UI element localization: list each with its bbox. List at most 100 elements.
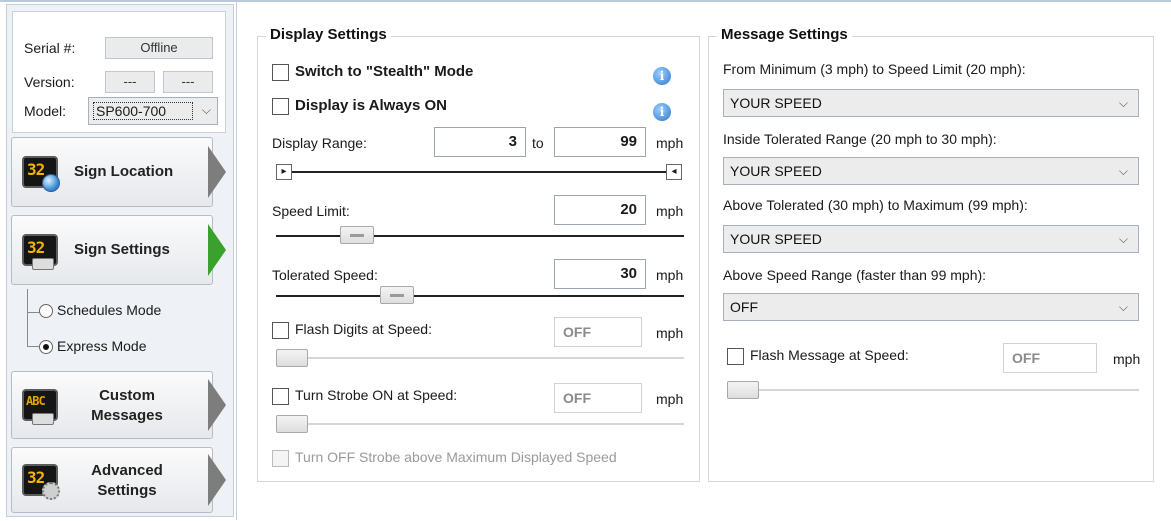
flash-message-unit: mph [1113,351,1141,367]
range-unit: mph [656,135,684,151]
sliders-icon [32,258,54,270]
speed-limit-input[interactable]: 20 [554,195,646,225]
model-label: Model: [24,103,67,119]
sidebar: Serial #: Offline Version: --- --- Model… [6,4,234,517]
inside-tolerated-label: Inside Tolerated Range (20 mph to 30 mph… [723,131,997,147]
min-to-limit-label: From Minimum (3 mph) to Speed Limit (20 … [723,61,1026,77]
display-settings-group: Display Settings Switch to "Stealth" Mod… [257,26,700,482]
range-slider-track[interactable] [276,171,682,173]
flash-digits-unit: mph [656,325,684,341]
advanced-settings-label: Advanced Settings [82,461,172,501]
sign-location-label: Sign Location [74,163,174,180]
strobe-on-input[interactable]: OFF [554,383,642,413]
checkbox-box [272,321,289,339]
sign-settings-icon: 32 [22,234,58,270]
strobe-off-label: Turn OFF Strobe above Maximum Displayed … [295,449,617,465]
info-icon[interactable]: i [653,67,671,85]
speed-limit-thumb[interactable] [340,226,374,244]
flash-message-track[interactable] [727,389,1139,391]
chevron-down-icon: ⌵ [201,103,211,117]
radio-indicator [39,340,53,355]
display-range-label: Display Range: [272,135,367,151]
custom-messages-line1: Custom [99,387,155,404]
checkbox-box [272,63,289,81]
advanced-settings-icon: 32 [22,464,60,500]
tolerated-speed-track[interactable] [276,295,684,297]
always-on-checkbox[interactable]: Display is Always ON [272,97,447,115]
sign-digits: 32 [27,468,45,487]
globe-icon [42,174,60,192]
tree-connector [27,311,39,347]
strobe-on-unit: mph [656,391,684,407]
above-tolerated-label: Above Tolerated (30 mph) to Maximum (99 … [723,197,1028,213]
schedules-mode-label: Schedules Mode [57,302,162,318]
radio-indicator [39,304,53,319]
message-settings-group: Message Settings From Minimum (3 mph) to… [708,26,1154,482]
chevron-down-icon: ⌵ [1118,164,1128,178]
custom-messages-line2: Messages [91,407,163,424]
sign-location-icon: 32 [22,156,60,192]
tolerated-speed-input[interactable]: 30 [554,259,646,289]
sign-digits: 32 [27,238,45,257]
checkbox-box [727,347,744,365]
custom-messages-button[interactable]: ABC Custom Messages [11,371,226,439]
stealth-mode-checkbox[interactable]: Switch to "Stealth" Mode [272,63,473,81]
serial-value: Offline [105,37,213,59]
range-min-input[interactable]: 3 [434,127,526,157]
min-to-limit-select[interactable]: YOUR SPEED ⌵ [723,89,1139,117]
express-mode-radio[interactable]: Express Mode [39,338,147,355]
chevron-right-icon [208,379,226,431]
strobe-on-checkbox[interactable]: Turn Strobe ON at Speed: [272,387,457,405]
above-tolerated-value: YOUR SPEED [730,231,822,247]
checkbox-box [272,97,289,115]
above-range-label: Above Speed Range (faster than 99 mph): [723,267,987,283]
advanced-settings-line2: Settings [97,482,157,499]
above-tolerated-select[interactable]: YOUR SPEED ⌵ [723,225,1139,253]
version-label: Version: [24,74,75,90]
model-select[interactable]: SP600-700 ⌵ [88,97,218,125]
flash-message-thumb[interactable] [727,381,759,399]
flash-message-input[interactable]: OFF [1003,343,1097,373]
flash-digits-track[interactable] [276,357,684,359]
chevron-down-icon: ⌵ [1118,232,1128,246]
flash-digits-checkbox[interactable]: Flash Digits at Speed: [272,321,432,339]
sign-settings-button[interactable]: 32 Sign Settings [11,215,226,285]
version-major: --- [105,71,155,93]
gears-icon [42,482,60,500]
message-settings-title: Message Settings [717,26,852,43]
checkbox-box [272,449,289,467]
flash-digits-label: Flash Digits at Speed: [295,321,432,337]
speed-limit-unit: mph [656,203,684,219]
schedules-mode-radio[interactable]: Schedules Mode [39,302,162,319]
sign-location-button[interactable]: 32 Sign Location [11,137,226,207]
range-min-handle[interactable]: ▸ [276,164,292,180]
flash-digits-input[interactable]: OFF [554,317,642,347]
express-mode-label: Express Mode [57,338,147,354]
device-info-panel: Serial #: Offline Version: --- --- Model… [12,11,226,133]
strobe-on-track[interactable] [276,423,684,425]
above-range-value: OFF [730,299,758,315]
chevron-right-icon [208,454,226,506]
speed-limit-track[interactable] [276,235,684,237]
strobe-on-thumb[interactable] [276,415,308,433]
info-icon[interactable]: i [653,103,671,121]
range-max-handle[interactable]: ◂ [666,164,682,180]
strobe-off-checkbox[interactable]: Turn OFF Strobe above Maximum Displayed … [272,449,617,467]
min-to-limit-value: YOUR SPEED [730,95,822,111]
flash-digits-thumb[interactable] [276,349,308,367]
advanced-settings-button[interactable]: 32 Advanced Settings [11,447,226,513]
flash-message-checkbox[interactable]: Flash Message at Speed: [727,347,909,365]
flash-message-label: Flash Message at Speed: [750,347,909,363]
tolerated-speed-unit: mph [656,267,684,283]
display-settings-title: Display Settings [266,26,391,43]
sign-digits: 32 [27,160,45,179]
tolerated-speed-thumb[interactable] [380,286,414,304]
chevron-down-icon: ⌵ [1118,96,1128,110]
custom-messages-icon: ABC [22,389,58,425]
chevron-right-icon [208,224,226,276]
stealth-mode-label: Switch to "Stealth" Mode [295,63,474,80]
inside-tolerated-select[interactable]: YOUR SPEED ⌵ [723,157,1139,185]
checkbox-box [272,387,289,405]
range-max-input[interactable]: 99 [554,127,646,157]
above-range-select[interactable]: OFF ⌵ [723,293,1139,321]
